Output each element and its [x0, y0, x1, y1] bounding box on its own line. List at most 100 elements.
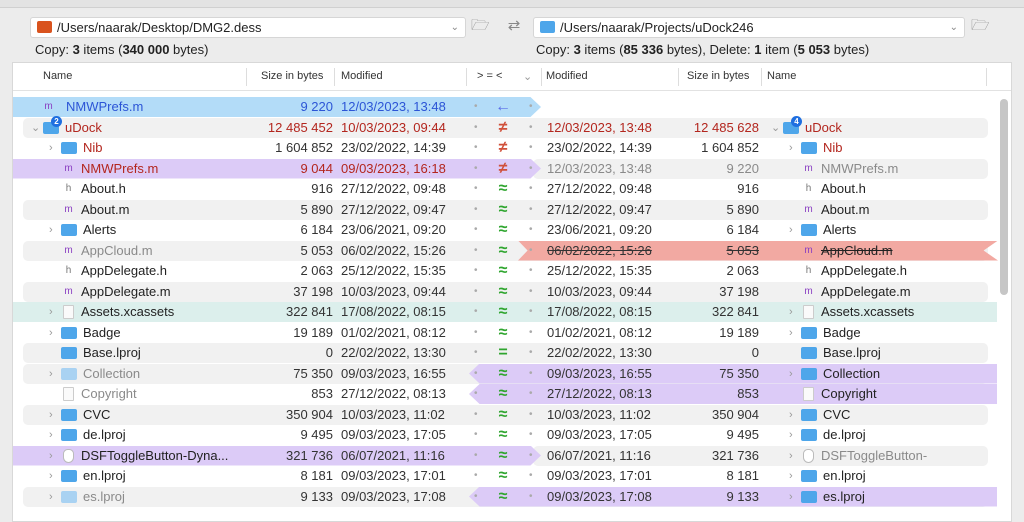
column-header-name[interactable]: Name — [43, 70, 72, 82]
right-file-name[interactable]: Assets.xcassets — [821, 302, 914, 322]
similar-icon[interactable]: ≈ — [491, 405, 515, 425]
similar-icon[interactable]: ≈ — [491, 446, 515, 466]
expand-chevron-icon[interactable]: ⌄ — [771, 118, 780, 138]
column-divider[interactable] — [761, 68, 762, 86]
different-icon[interactable]: ≠ — [491, 138, 515, 158]
table-row[interactable]: Copyright 853 27/12/2022, 08:13 Copyright 85… — [13, 384, 1013, 404]
disclosure-chevron-icon[interactable]: › — [49, 466, 53, 486]
right-file-name[interactable]: es.lproj — [823, 487, 865, 507]
left-file-name[interactable]: About.h — [81, 179, 126, 199]
table-row[interactable]: h AppDelegate.h 2 063 25/12/2022, 15:35 h App… — [13, 261, 1013, 281]
table-row[interactable]: m AppDelegate.m 37 198 10/03/2023, 09:44 m Ap… — [13, 281, 1013, 302]
left-file-name[interactable]: de.lproj — [83, 425, 126, 445]
disclosure-chevron-icon[interactable]: › — [49, 220, 53, 240]
left-file-name[interactable]: AppDelegate.m — [81, 282, 171, 302]
column-divider[interactable] — [986, 68, 987, 86]
right-file-name[interactable]: DSFToggleButton- — [821, 446, 927, 466]
disclosure-chevron-icon[interactable]: › — [789, 364, 793, 384]
table-row[interactable]: › Badge 19 189 01/02/2021, 08:12 › Badge 19 18… — [13, 323, 1013, 343]
left-file-name[interactable]: Collection — [83, 364, 140, 384]
table-row[interactable]: m About.m 5 890 27/12/2022, 09:47 m About.m 5 … — [13, 199, 1013, 220]
similar-icon[interactable]: ≈ — [491, 200, 515, 220]
table-row[interactable]: › Nib 1 604 852 23/02/2022, 14:39 › Nib 1 604 … — [13, 138, 1013, 158]
similar-icon[interactable]: ≈ — [491, 241, 515, 261]
table-row[interactable]: m AppCloud.m 5 053 06/02/2022, 15:26 m AppClo… — [13, 240, 1013, 261]
left-file-name[interactable]: AppCloud.m — [81, 241, 153, 261]
left-file-name[interactable]: en.lproj — [83, 466, 126, 486]
table-row[interactable]: m NMWPrefs.m 9 220 12/03/2023, 13:48 • • ← — [13, 97, 1013, 117]
left-file-name[interactable]: Badge — [83, 323, 121, 343]
different-icon[interactable]: ≠ — [491, 159, 515, 179]
similar-icon[interactable]: ≈ — [491, 220, 515, 240]
column-divider[interactable] — [466, 68, 467, 86]
disclosure-chevron-icon[interactable]: › — [789, 138, 793, 158]
similar-icon[interactable]: ≈ — [491, 302, 515, 322]
right-file-name[interactable]: Base.lproj — [823, 343, 881, 363]
disclosure-chevron-icon[interactable]: › — [789, 405, 793, 425]
table-row[interactable]: › DSFToggleButton-Dyna... 321 736 06/07/202… — [13, 445, 1013, 466]
column-divider[interactable] — [334, 68, 335, 86]
disclosure-chevron-icon[interactable]: › — [49, 302, 53, 322]
similar-icon[interactable]: ≈ — [491, 323, 515, 343]
disclosure-chevron-icon[interactable]: › — [789, 220, 793, 240]
disclosure-chevron-icon[interactable]: › — [789, 466, 793, 486]
chevron-down-icon[interactable]: ⌄ — [523, 70, 532, 83]
left-file-name[interactable]: NMWPrefs.m — [66, 97, 143, 117]
disclosure-chevron-icon[interactable]: › — [789, 446, 793, 466]
column-header-right-modified[interactable]: Modified — [546, 70, 588, 82]
disclosure-chevron-icon[interactable]: › — [789, 302, 793, 322]
right-file-name[interactable]: uDock — [805, 118, 842, 138]
table-row[interactable]: › es.lproj 9 133 09/03/2023, 17:08 › es.lproj… — [13, 486, 1013, 507]
left-file-name[interactable]: es.lproj — [83, 487, 125, 507]
disclosure-chevron-icon[interactable]: › — [789, 425, 793, 445]
column-header-right-size[interactable]: Size in bytes — [687, 70, 749, 82]
different-icon[interactable]: ≠ — [491, 118, 515, 138]
right-file-name[interactable]: Collection — [823, 364, 880, 384]
right-file-name[interactable]: Alerts — [823, 220, 856, 240]
left-file-name[interactable]: Alerts — [83, 220, 116, 240]
swap-sides-icon[interactable]: ⇄ — [505, 18, 523, 34]
disclosure-chevron-icon[interactable]: › — [49, 446, 53, 466]
column-header-modified[interactable]: Modified — [341, 70, 383, 82]
left-file-name[interactable]: Base.lproj — [83, 343, 141, 363]
right-file-name[interactable]: About.m — [821, 200, 869, 220]
table-row[interactable]: › Assets.xcassets 322 841 17/08/2022, 08:15… — [13, 302, 1013, 322]
left-file-name[interactable]: uDock — [65, 118, 102, 138]
left-file-name[interactable]: About.m — [81, 200, 129, 220]
chevron-down-icon[interactable]: ⌄ — [451, 18, 459, 37]
right-file-name[interactable]: en.lproj — [823, 466, 866, 486]
similar-icon[interactable]: ≈ — [491, 425, 515, 445]
left-file-name[interactable]: Nib — [83, 138, 103, 158]
right-file-name[interactable]: Copyright — [821, 384, 877, 404]
right-file-name[interactable]: AppDelegate.h — [821, 261, 907, 281]
right-file-name[interactable]: Nib — [823, 138, 843, 158]
column-header-compare[interactable]: > = < — [477, 70, 502, 82]
right-file-name[interactable]: Badge — [823, 323, 861, 343]
right-browse-folder-icon[interactable]: 🗁 — [971, 18, 990, 34]
table-row[interactable]: › de.lproj 9 495 09/03/2023, 17:05 › de.lproj… — [13, 425, 1013, 445]
similar-icon[interactable]: ≈ — [491, 261, 515, 281]
table-row[interactable]: › en.lproj 8 181 09/03/2023, 17:01 › en.lproj… — [13, 466, 1013, 486]
similar-icon[interactable]: ≈ — [491, 364, 515, 384]
table-row[interactable]: › Alerts 6 184 23/06/2021, 09:20 › Alerts 6 18… — [13, 220, 1013, 240]
right-file-name[interactable]: de.lproj — [823, 425, 866, 445]
table-row[interactable]: Base.lproj 0 22/02/2022, 13:30 Base.lproj 0 2… — [13, 343, 1013, 363]
left-browse-folder-icon[interactable]: 🗁 — [471, 18, 490, 34]
disclosure-chevron-icon[interactable]: › — [49, 425, 53, 445]
copy-left-arrow-icon[interactable]: ← — [491, 97, 515, 117]
vertical-scrollbar[interactable] — [1000, 99, 1008, 295]
similar-icon[interactable]: ≈ — [491, 384, 515, 404]
identical-icon[interactable]: = — [491, 343, 515, 363]
left-path-field[interactable]: /Users/naarak/Desktop/DMG2.dess ⌄ — [30, 17, 466, 38]
column-header-size[interactable]: Size in bytes — [261, 70, 323, 82]
right-file-name[interactable]: CVC — [823, 405, 850, 425]
left-file-name[interactable]: NMWPrefs.m — [81, 159, 158, 179]
right-file-name[interactable]: About.h — [821, 179, 866, 199]
similar-icon[interactable]: ≈ — [491, 487, 515, 507]
similar-icon[interactable]: ≈ — [491, 466, 515, 486]
table-row[interactable]: h About.h 916 27/12/2022, 09:48 h About.h 916 2… — [13, 179, 1013, 199]
left-file-name[interactable]: CVC — [83, 405, 110, 425]
column-header-right-name[interactable]: Name — [767, 70, 796, 82]
left-file-name[interactable]: DSFToggleButton-Dyna... — [81, 446, 228, 466]
left-file-name[interactable]: Copyright — [81, 384, 137, 404]
